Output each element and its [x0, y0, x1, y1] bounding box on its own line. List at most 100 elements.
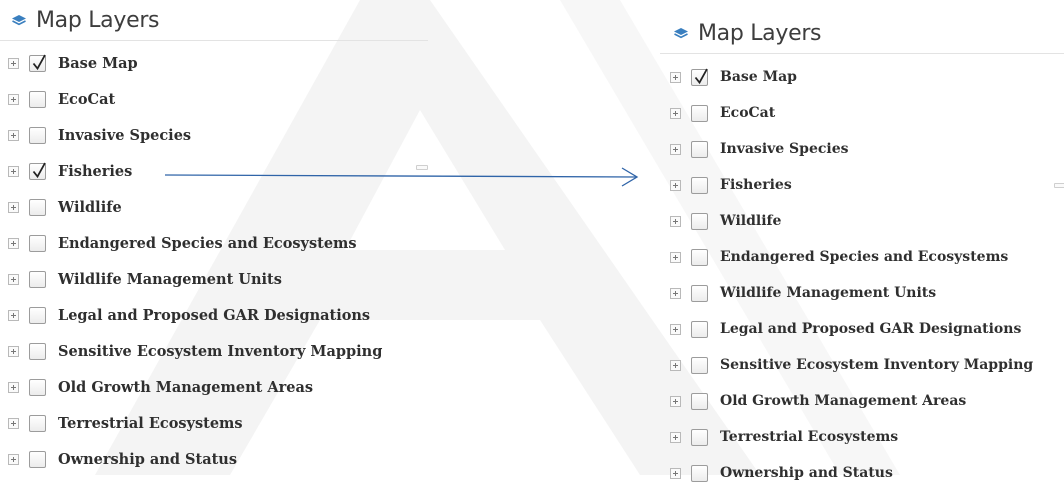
layer-checkbox[interactable]	[691, 140, 708, 158]
layer-label: Wildlife Management Units	[58, 270, 282, 288]
expand-icon[interactable]	[670, 431, 681, 443]
expand-icon[interactable]	[8, 93, 19, 105]
layer-label: Invasive Species	[58, 126, 192, 144]
layer-checkbox[interactable]	[691, 284, 708, 302]
expand-icon[interactable]	[8, 453, 19, 465]
layer-checkbox[interactable]	[691, 176, 708, 194]
layer-label: Invasive Species	[720, 141, 849, 157]
expand-icon[interactable]	[8, 345, 19, 357]
checkmark-icon	[694, 68, 708, 84]
layer-label: EcoCat	[720, 105, 776, 121]
layer-row-invasive-species: Invasive Species	[660, 131, 1064, 167]
layer-row-gar-designations: Legal and Proposed GAR Designations	[0, 297, 428, 333]
expand-icon[interactable]	[670, 467, 681, 479]
layer-row-ownership: Ownership and Status	[660, 455, 1064, 491]
expand-icon[interactable]	[8, 273, 19, 285]
layer-checkbox[interactable]	[691, 464, 708, 482]
scroll-marker[interactable]	[416, 165, 428, 170]
expand-icon[interactable]	[670, 143, 681, 155]
layer-row-gar-designations: Legal and Proposed GAR Designations	[660, 311, 1064, 347]
layer-checkbox[interactable]	[29, 378, 46, 396]
layer-label: Base Map	[720, 69, 797, 85]
layer-row-sensitive-ecosystem: Sensitive Ecosystem Inventory Mapping	[0, 333, 428, 369]
layer-label: Old Growth Management Areas	[720, 393, 967, 409]
expand-icon[interactable]	[8, 165, 19, 177]
layer-row-wildlife-management-units: Wildlife Management Units	[660, 275, 1064, 311]
map-layers-panel-left: Map Layers Base Map EcoCat Invasive Spec…	[0, 0, 428, 477]
layer-checkbox[interactable]	[29, 450, 46, 468]
layer-row-wildlife: Wildlife	[660, 203, 1064, 239]
layer-row-ownership: Ownership and Status	[0, 441, 428, 477]
layer-row-terrestrial: Terrestrial Ecosystems	[660, 419, 1064, 455]
expand-icon[interactable]	[670, 251, 681, 263]
checkmark-icon	[32, 54, 46, 70]
layer-row-fisheries: Fisheries	[0, 153, 428, 189]
layer-row-old-growth: Old Growth Management Areas	[660, 383, 1064, 419]
layer-label: Endangered Species and Ecosystems	[58, 234, 357, 252]
layer-checkbox[interactable]	[29, 306, 46, 324]
layer-row-wildlife-management-units: Wildlife Management Units	[0, 261, 428, 297]
layer-row-invasive-species: Invasive Species	[0, 117, 428, 153]
expand-icon[interactable]	[670, 359, 681, 371]
expand-icon[interactable]	[8, 309, 19, 321]
layer-checkbox[interactable]	[29, 162, 46, 180]
layer-row-wildlife: Wildlife	[0, 189, 428, 225]
layers-icon	[674, 28, 688, 39]
layer-label: Ownership and Status	[720, 465, 893, 481]
layer-row-base-map: Base Map	[660, 59, 1064, 95]
layer-checkbox[interactable]	[29, 414, 46, 432]
expand-icon[interactable]	[670, 71, 681, 83]
expand-icon[interactable]	[8, 57, 19, 69]
layer-checkbox[interactable]	[29, 90, 46, 108]
expand-icon[interactable]	[670, 287, 681, 299]
layer-label: Base Map	[58, 54, 138, 72]
layer-row-endangered-species: Endangered Species and Ecosystems	[0, 225, 428, 261]
layer-label: Ownership and Status	[58, 450, 238, 468]
layer-checkbox[interactable]	[29, 270, 46, 288]
panel-title: Map Layers	[36, 7, 160, 33]
layer-row-ecocat: EcoCat	[0, 81, 428, 117]
layer-checkbox[interactable]	[691, 68, 708, 86]
layer-row-endangered-species: Endangered Species and Ecosystems	[660, 239, 1064, 275]
layers-icon	[12, 15, 26, 26]
scroll-marker[interactable]	[1054, 183, 1064, 188]
layer-label: Legal and Proposed GAR Designations	[720, 321, 1022, 337]
panel-header: Map Layers	[0, 0, 428, 41]
layer-checkbox[interactable]	[29, 342, 46, 360]
layer-label: Old Growth Management Areas	[58, 378, 314, 396]
layer-label: Wildlife Management Units	[720, 285, 937, 301]
expand-icon[interactable]	[670, 107, 681, 119]
layer-checkbox[interactable]	[29, 234, 46, 252]
panel-title: Map Layers	[698, 20, 822, 46]
layer-list: Base Map EcoCat Invasive Species Fisheri…	[660, 59, 1064, 491]
layer-checkbox[interactable]	[691, 356, 708, 374]
layer-checkbox[interactable]	[691, 248, 708, 266]
layer-label: Fisheries	[58, 162, 133, 180]
layer-checkbox[interactable]	[29, 54, 46, 72]
layer-row-base-map: Base Map	[0, 45, 428, 81]
layer-checkbox[interactable]	[29, 126, 46, 144]
layer-checkbox[interactable]	[29, 198, 46, 216]
expand-icon[interactable]	[670, 395, 681, 407]
expand-icon[interactable]	[670, 323, 681, 335]
layer-row-old-growth: Old Growth Management Areas	[0, 369, 428, 405]
layer-checkbox[interactable]	[691, 428, 708, 446]
layer-label: Sensitive Ecosystem Inventory Mapping	[720, 357, 1034, 373]
expand-icon[interactable]	[8, 201, 19, 213]
layer-label: Fisheries	[720, 177, 792, 193]
layer-label: Endangered Species and Ecosystems	[720, 249, 1009, 265]
expand-icon[interactable]	[8, 237, 19, 249]
expand-icon[interactable]	[670, 179, 681, 191]
map-layers-panel-right: Map Layers Base Map EcoCat Invasive Spec…	[660, 13, 1064, 491]
layer-checkbox[interactable]	[691, 320, 708, 338]
layer-checkbox[interactable]	[691, 392, 708, 410]
expand-icon[interactable]	[670, 215, 681, 227]
expand-icon[interactable]	[8, 129, 19, 141]
layer-row-terrestrial: Terrestrial Ecosystems	[0, 405, 428, 441]
layer-checkbox[interactable]	[691, 212, 708, 230]
expand-icon[interactable]	[8, 417, 19, 429]
arrow-head-icon	[621, 167, 639, 187]
layer-label: Terrestrial Ecosystems	[720, 429, 899, 445]
layer-checkbox[interactable]	[691, 104, 708, 122]
expand-icon[interactable]	[8, 381, 19, 393]
